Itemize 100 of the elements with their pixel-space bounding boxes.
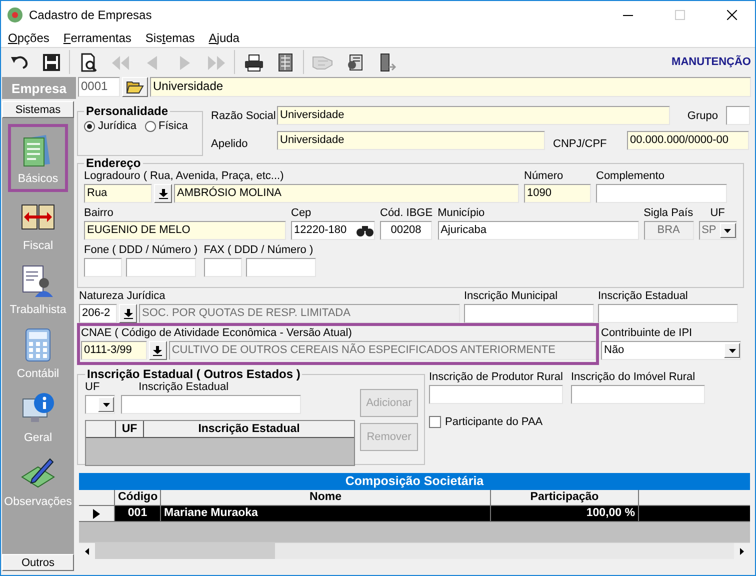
field-label: Inscrição de Produtor Rural: [429, 371, 563, 383]
text-field[interactable]: 206-2: [79, 304, 117, 323]
input-field[interactable]: [598, 304, 738, 323]
field-label: Inscrição Municipal: [464, 290, 559, 302]
caret-icon: [728, 348, 736, 352]
field-label: Logradouro ( Rua, Avenida, Praça, etc...): [84, 170, 285, 182]
field-label: Inscrição do Imóvel Rural: [571, 371, 696, 383]
print-icon: [242, 52, 264, 72]
text-field[interactable]: 0111-3/99: [81, 341, 147, 360]
text-field[interactable]: EUGENIO DE MELO: [84, 221, 286, 240]
down-arrow-icon: [153, 346, 162, 356]
text-field[interactable]: 00.000.000/0000-00: [627, 131, 749, 150]
dropdown-field[interactable]: [85, 395, 116, 414]
save-icon: [40, 52, 62, 72]
input-field[interactable]: [571, 385, 705, 404]
group-title: Inscrição Estadual ( Outros Estados ): [86, 367, 302, 381]
text-field[interactable]: 0001: [78, 77, 120, 97]
text-field[interactable]: Universidade: [277, 106, 670, 125]
scroll-left-icon: [85, 548, 89, 554]
menu-item[interactable]: Ferramentas: [63, 31, 132, 45]
text-field[interactable]: 00208: [380, 221, 432, 240]
input-field[interactable]: [204, 258, 242, 277]
column-header[interactable]: Nome: [161, 490, 491, 505]
radio-option[interactable]: Física: [144, 120, 188, 132]
sidebar-header-button[interactable]: Sistemas: [2, 101, 74, 118]
group-title: Personalidade: [85, 104, 170, 118]
text-field[interactable]: Universidade: [277, 131, 545, 150]
maximize-icon: [675, 10, 685, 20]
text-field[interactable]: AMBRÓSIO MOLINA: [174, 184, 519, 203]
field-label: Complemento: [596, 170, 666, 182]
field-label: Número: [524, 170, 564, 182]
table-cell: 100,00 %: [491, 506, 639, 521]
field-label: Inscrição Estadual: [598, 290, 689, 302]
field-label: FAX ( DDD / Número ): [204, 244, 314, 256]
input-field[interactable]: [84, 258, 122, 277]
down-arrow-icon: [158, 188, 168, 198]
text-field[interactable]: Universidade: [150, 77, 751, 97]
lookup-button[interactable]: [119, 304, 137, 323]
field-label: Grupo: [687, 110, 718, 122]
sidebar-footer-button[interactable]: Outros: [2, 554, 74, 571]
input-field[interactable]: [464, 304, 594, 323]
folder-icon: [126, 80, 144, 94]
input-field[interactable]: [246, 258, 316, 277]
dropdown-button[interactable]: [724, 343, 740, 358]
table-cell: Mariane Muraoka: [161, 506, 491, 521]
field-label: Bairro: [84, 207, 114, 219]
dropdown-field[interactable]: Não: [601, 341, 741, 360]
table-row[interactable]: 001 Mariane Muraoka 100,00 %: [79, 506, 750, 522]
input-field[interactable]: [429, 385, 563, 404]
open-button[interactable]: [122, 77, 148, 97]
lookup-button[interactable]: [154, 184, 172, 203]
input-field[interactable]: [726, 106, 750, 125]
field-label: UF: [710, 207, 725, 219]
field-label: Inscrição Estadual: [138, 381, 229, 393]
input-field[interactable]: [126, 258, 196, 277]
input-field[interactable]: [596, 184, 727, 203]
field-label: CNAE ( Código de Atividade Econômica - Versão Atual): [81, 327, 353, 339]
column-header[interactable]: UF: [116, 421, 144, 437]
text-field[interactable]: 1090: [524, 184, 591, 203]
input-field[interactable]: [121, 395, 301, 414]
close-icon: [727, 10, 737, 20]
field-label: CNPJ/CPF: [553, 138, 607, 150]
empresa-label: Empresa: [2, 77, 76, 99]
field-label: Cód. IBGE: [380, 207, 433, 219]
column-header[interactable]: Participação: [491, 490, 639, 505]
down-arrow-icon: [124, 308, 132, 318]
scroll-right-icon: [740, 548, 744, 554]
text-field[interactable]: 12220-180: [291, 221, 375, 240]
app-logo-icon: [7, 7, 23, 23]
dropdown-button[interactable]: [98, 397, 114, 412]
column-header[interactable]: Código: [115, 490, 161, 505]
field-label: UF: [85, 381, 100, 393]
grid-title: Composição Societária: [79, 473, 750, 490]
row-pointer-icon: [93, 508, 100, 518]
checkbox-option[interactable]: Participante do PAA: [429, 416, 705, 428]
binoculars-icon: [356, 224, 374, 236]
group-title: Endereço: [85, 156, 142, 170]
lookup-button[interactable]: [148, 341, 167, 360]
person-document-icon: [20, 262, 56, 298]
field-label: Natureza Jurídica: [79, 290, 166, 302]
text-field[interactable]: Ajuricaba: [438, 221, 639, 240]
field-label: Município: [438, 207, 486, 219]
minimize-icon: [623, 14, 633, 16]
radio-option[interactable]: Jurídica: [84, 120, 137, 132]
table-cell: 001: [115, 506, 161, 521]
field-label: Cep: [291, 207, 312, 219]
text-field[interactable]: Rua: [84, 184, 152, 203]
caret-icon: [724, 228, 732, 232]
mode-label: MANUTENÇÃO: [672, 56, 751, 68]
field-label: Sigla País: [644, 207, 694, 219]
caret-icon: [102, 402, 110, 406]
column-header[interactable]: Inscrição Estadual: [144, 421, 354, 437]
menu-item[interactable]: Opções: [8, 31, 50, 45]
field-label: Razão Social: [211, 110, 276, 122]
field-label: Apelido: [211, 138, 248, 150]
field-label: Contribuinte de IPI: [601, 327, 694, 339]
field-label: Fone ( DDD / Número ): [84, 244, 198, 256]
window-title: Cadastro de Empresas: [29, 8, 153, 22]
menu-item[interactable]: Ajuda: [208, 31, 240, 45]
menu-item[interactable]: Sistemas: [145, 31, 195, 45]
